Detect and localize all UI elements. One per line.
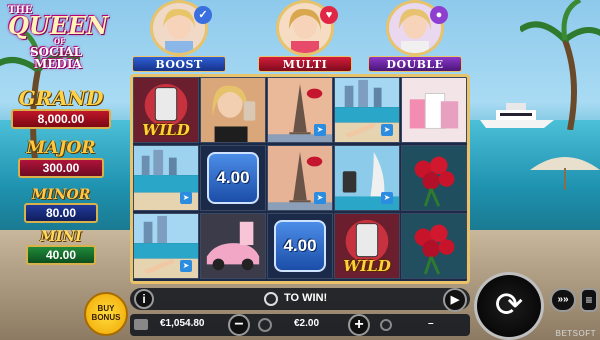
feature-double: ● DOUBLE (368, 0, 462, 74)
send-icon: ➤ (180, 192, 192, 204)
symbol-city-beach: ➤ (133, 145, 199, 211)
menu-button[interactable]: ≡ (580, 288, 598, 312)
wallet-icon (134, 319, 148, 330)
symbol-paris-eiffel: ➤ (267, 77, 333, 143)
symbol-city-beach-legs: ➤ (133, 213, 199, 279)
jackpot-grand: GRAND 8,000.00 (8, 88, 114, 129)
to-win-label: TO WIN! (284, 292, 328, 304)
person-icon: ● (430, 6, 448, 24)
symbol-pink-sports-car (200, 213, 266, 279)
symbol-influencer-woman (200, 77, 266, 143)
symbol-dubai-burj: ➤ (334, 145, 400, 211)
symbol-roses (401, 213, 467, 279)
reel-column-3: ➤ ➤ 4.00 (267, 77, 334, 281)
symbol-shopping-bags (401, 77, 467, 143)
send-icon: ➤ (381, 192, 393, 204)
refresh-icon (264, 292, 278, 306)
reel-column-2: 4.00 (200, 77, 267, 281)
logo-media: MEDIA (34, 57, 82, 71)
jackpot-major-value: 300.00 (18, 158, 104, 178)
win-value: – (428, 318, 434, 329)
jackpot-mini-name: MINI (40, 229, 82, 245)
logo-queen: QUEEN (8, 11, 109, 40)
jackpot-minor-name: MINOR (31, 187, 91, 203)
turbo-button[interactable]: »» (550, 288, 576, 312)
jackpot-grand-name: GRAND (18, 86, 104, 110)
send-icon: ➤ (180, 260, 192, 272)
symbol-city-beach-legs: ➤ (334, 77, 400, 143)
send-icon: ➤ (381, 124, 393, 136)
feature-multi-title: MULTI (258, 56, 352, 72)
beach-umbrella (530, 157, 600, 190)
autoplay-button[interactable]: ▶ (443, 288, 467, 312)
jackpot-major: MAJOR 300.00 (8, 140, 114, 178)
feature-double-title: DOUBLE (368, 56, 462, 72)
reel-column-4: ➤ ➤ WILD (334, 77, 401, 281)
jackpot-minor: MINOR 80.00 (8, 188, 114, 223)
game-logo: THE QUEEN OF SOCIAL MEDIA (2, 2, 120, 72)
brand-label: BETSOFT (555, 329, 596, 338)
jackpot-mini-value: 40.00 (26, 245, 96, 265)
jackpot-minor-value: 80.00 (24, 203, 98, 223)
buy-bonus-label-2: BONUS (91, 312, 121, 322)
reel-column-1: WILD ➤ ➤ (133, 77, 200, 281)
yacht (480, 103, 554, 128)
jackpot-mini: MINI 40.00 (8, 230, 114, 265)
buy-bonus-button[interactable]: BUY BONUS (84, 292, 128, 336)
info-button[interactable]: i (134, 289, 154, 309)
coin-stack-icon (258, 318, 272, 332)
bonus-value: 4.00 (216, 168, 250, 187)
symbol-paris-eiffel: ➤ (267, 145, 333, 211)
symbol-wild-phone: WILD (133, 77, 199, 143)
wild-label: WILD (142, 121, 190, 139)
symbol-thumbs-up-bonus: 4.00 (200, 145, 266, 211)
feature-multi: ♥ MULTI (258, 0, 352, 74)
symbol-thumbs-up-bonus: 4.00 (267, 213, 333, 279)
feature-boost: ✓ BOOST (132, 0, 226, 74)
reel-grid: WILD ➤ ➤ 4.00 ➤ ➤ 4.00 ➤ ➤ WILD (130, 74, 470, 284)
trophy-icon (380, 319, 392, 331)
increase-bet-button[interactable]: + (348, 314, 370, 336)
decrease-bet-button[interactable]: − (228, 314, 250, 336)
jackpot-grand-value: 8,000.00 (11, 109, 111, 129)
thumbs-up-icon: ✓ (194, 6, 212, 24)
send-icon: ➤ (314, 192, 326, 204)
symbol-wild-phone: WILD (334, 213, 400, 279)
send-icon: ➤ (314, 124, 326, 136)
reel-column-5 (401, 77, 468, 281)
heart-icon: ♥ (320, 6, 338, 24)
bet-value: €2.00 (294, 318, 320, 329)
balance-value: €1,054.80 (160, 318, 205, 329)
symbol-roses (401, 145, 467, 211)
bonus-value: 4.00 (283, 236, 317, 255)
wild-label: WILD (343, 257, 391, 275)
spin-button[interactable]: ⟳ (474, 272, 544, 340)
feature-boost-title: BOOST (132, 56, 226, 72)
logo-of: OF (54, 37, 66, 46)
jackpot-major-name: MAJOR (26, 138, 96, 158)
